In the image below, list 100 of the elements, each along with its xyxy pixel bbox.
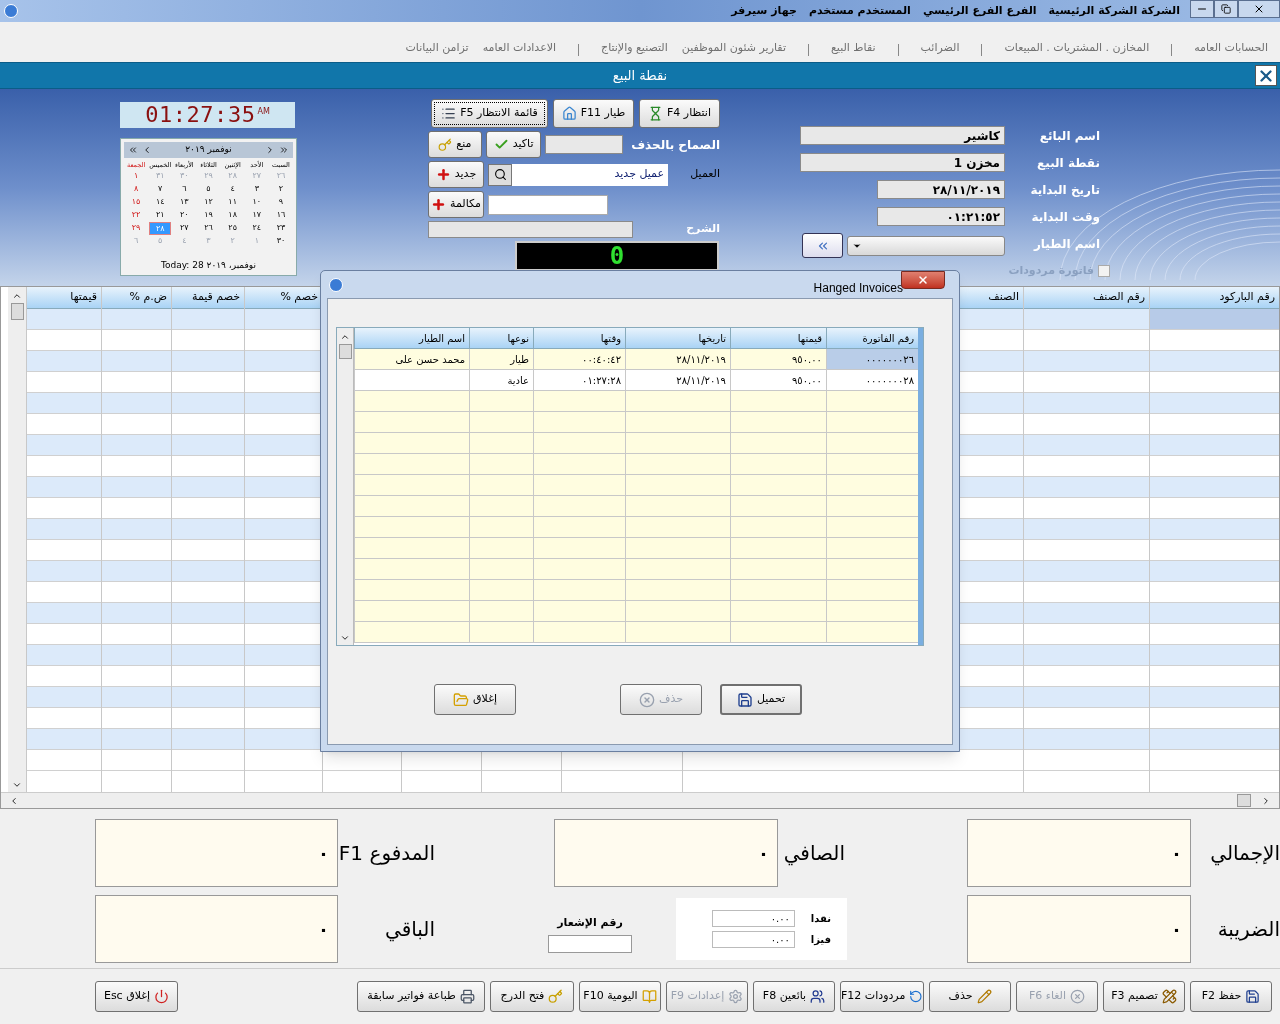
calendar-day[interactable]: ١٦: [269, 209, 292, 222]
menu-item[interactable]: المخازن . المشتريات . المبيعات: [1004, 39, 1150, 56]
column-header[interactable]: رقم الباركود: [1150, 287, 1279, 309]
calendar-day[interactable]: ٢١: [149, 209, 172, 222]
calendar-day[interactable]: ١٩: [197, 209, 220, 222]
menu-item[interactable]: الاعدادات العامه: [482, 39, 557, 56]
dialog-button[interactable]: إغلاق: [434, 684, 516, 715]
close-button[interactable]: [1238, 0, 1280, 18]
input-field[interactable]: [545, 135, 624, 154]
column-header[interactable]: اسم الطيار: [354, 328, 469, 349]
calendar-day[interactable]: ٥: [197, 183, 220, 196]
notes-field[interactable]: [428, 221, 633, 238]
scroll-thumb[interactable]: [338, 344, 352, 359]
amount-display: ٠: [967, 895, 1191, 963]
amount-display: ٠: [967, 819, 1191, 887]
toolbar-button[interactable]: مردودات F12: [840, 981, 924, 1012]
toolbar-button[interactable]: فتح الدرج: [490, 981, 574, 1012]
field-label: رقم الإشعار: [557, 914, 623, 931]
calendar-day[interactable]: ٢٤: [245, 222, 268, 235]
column-header[interactable]: تاريخها: [625, 328, 730, 349]
amount-display: ٠: [95, 895, 338, 963]
toolbar-button[interactable]: حذف: [929, 981, 1011, 1012]
table-cell: ٠١:٢٧:٢٨: [533, 370, 625, 391]
calendar-day[interactable]: ٢٠: [173, 209, 196, 222]
toolbar-button[interactable]: طباعة فواتير سابقة: [357, 981, 485, 1012]
search-button[interactable]: [488, 163, 512, 186]
calendar-day[interactable]: ١٠: [245, 196, 268, 209]
calendar-day[interactable]: ٢: [269, 183, 292, 196]
column-header[interactable]: ض.م %: [102, 287, 171, 309]
menu-item[interactable]: نقاط البيع: [830, 39, 876, 56]
input-field[interactable]: [488, 194, 608, 215]
calendar-day[interactable]: ٣٠: [269, 235, 292, 248]
column-header[interactable]: قيمتها: [730, 328, 826, 349]
close-button[interactable]: [901, 271, 945, 289]
field-label: الصماح بالحذف: [631, 136, 720, 154]
calendar-day[interactable]: ٧: [149, 183, 172, 196]
toolbar-button[interactable]: قائمة الانتظار F5: [431, 99, 548, 128]
horizontal-scrollbar[interactable]: [1, 792, 1279, 808]
customer-field[interactable]: عميل جديد: [512, 163, 668, 186]
toolbar-button[interactable]: اليومية F10: [579, 981, 661, 1012]
column-header[interactable]: رقم الصنف: [1024, 287, 1149, 309]
calendar-day[interactable]: ١٨: [221, 209, 244, 222]
restore-button[interactable]: [1214, 0, 1238, 18]
scroll-down-icon: [12, 780, 22, 790]
title-bar-info: الفرع الفرع الرئيسي: [922, 2, 1037, 19]
total-label: الباقي: [384, 916, 435, 944]
dialog-button[interactable]: تحميل: [720, 684, 802, 715]
notice-field[interactable]: [548, 935, 632, 954]
calendar-day[interactable]: ٢٢: [125, 209, 148, 222]
calendar-day[interactable]: ٣: [245, 183, 268, 196]
confirm-button[interactable]: تاكيد: [485, 131, 542, 158]
calendar-day[interactable]: ٦: [173, 183, 196, 196]
calendar-day[interactable]: ١: [125, 170, 148, 183]
vertical-scrollbar[interactable]: [8, 287, 26, 792]
menu-item[interactable]: الضرائب: [920, 39, 960, 56]
calendar-day[interactable]: ٢٣: [269, 222, 292, 235]
deny-button[interactable]: منع: [428, 131, 482, 158]
calendar-day[interactable]: ٤: [221, 183, 244, 196]
forward-button[interactable]: [802, 233, 843, 258]
column-header[interactable]: وقتها: [533, 328, 625, 349]
menu-item[interactable]: تزامن البيانات: [405, 39, 469, 56]
column-header[interactable]: خصم %: [245, 287, 322, 309]
calendar-day[interactable]: ١١: [221, 196, 244, 209]
vertical-scrollbar[interactable]: [337, 328, 354, 645]
toolbar-button[interactable]: انتظار F4: [639, 99, 720, 128]
toolbar-button[interactable]: تصميم F3: [1103, 981, 1185, 1012]
scroll-thumb[interactable]: [1237, 794, 1251, 807]
menu-item[interactable]: تقارير شئون الموظفين: [681, 39, 786, 56]
toolbar-button[interactable]: حفظ F2: [1190, 981, 1272, 1012]
amount-field[interactable]: ٠.٠٠: [712, 910, 795, 927]
calendar-day[interactable]: ١٧: [245, 209, 268, 222]
calendar-day[interactable]: ١٥: [125, 196, 148, 209]
calendar-day[interactable]: ٢٥: [221, 222, 244, 235]
calendar-day[interactable]: ٢٩: [125, 222, 148, 235]
calendar-month: نوفمبر ٢٠١٩: [184, 143, 233, 157]
calendar-day[interactable]: ٢٧: [173, 222, 196, 235]
toolbar-button[interactable]: طيار F11: [553, 99, 634, 128]
calendar-day[interactable]: ١٣: [173, 196, 196, 209]
minimize-button[interactable]: [1190, 0, 1214, 18]
calendar-day[interactable]: ٨: [125, 183, 148, 196]
amount-field[interactable]: ٠.٠٠: [712, 931, 795, 948]
scroll-thumb[interactable]: [10, 303, 24, 320]
column-header[interactable]: رقم الفاتورة: [826, 328, 918, 349]
column-header[interactable]: نوعها: [469, 328, 533, 349]
toolbar-button[interactable]: بائعين F8: [753, 981, 835, 1012]
menu-item[interactable]: التصنيع والإنتاج: [601, 39, 668, 56]
info-field: ٢٨/١١/٢٠١٩: [877, 180, 1005, 199]
new-customer-button[interactable]: جديد: [428, 161, 484, 188]
menu-item[interactable]: الحسابات العامه: [1194, 39, 1268, 56]
calendar-day[interactable]: ١٤: [149, 196, 172, 209]
column-header[interactable]: خصم قيمة: [172, 287, 244, 309]
close-button[interactable]: [1255, 65, 1277, 86]
house-icon: [561, 106, 577, 121]
calendar-day[interactable]: ١٢: [197, 196, 220, 209]
call-button[interactable]: مكالمة: [428, 191, 484, 218]
calendar-day[interactable]: ٩: [269, 196, 292, 209]
toolbar-button[interactable]: إغلاق Esc: [95, 981, 178, 1012]
next-month-icon: [265, 145, 275, 155]
calendar-day[interactable]: ٢٦: [197, 222, 220, 235]
column-header[interactable]: قيمتها: [27, 287, 101, 309]
